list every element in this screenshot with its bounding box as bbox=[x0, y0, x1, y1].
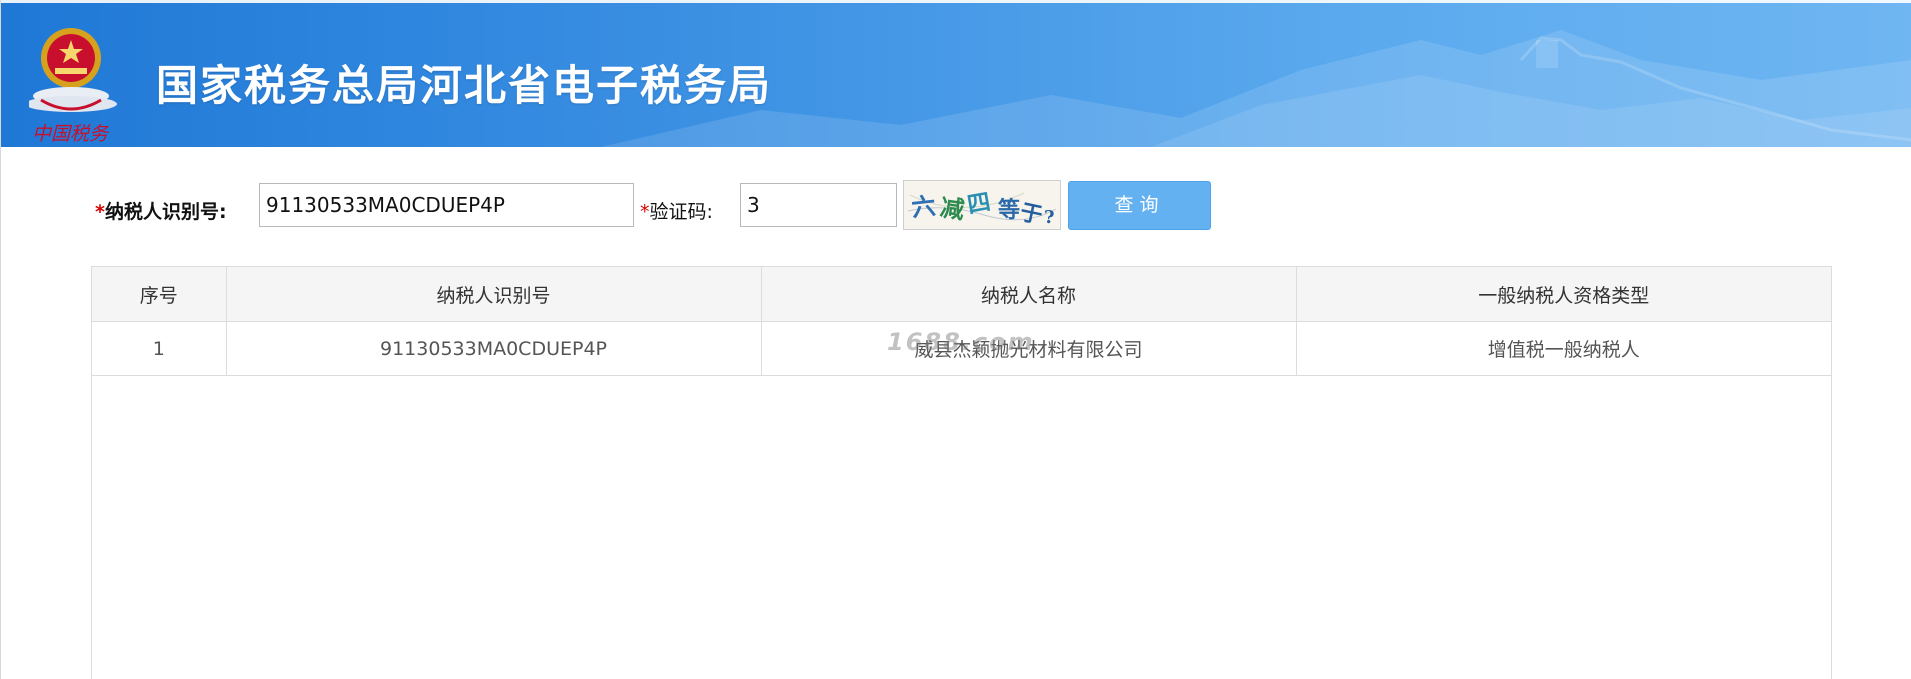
column-header-taxpayer-name: 纳税人名称 bbox=[761, 267, 1297, 322]
captcha-char: 等 bbox=[998, 197, 1020, 223]
column-header-index: 序号 bbox=[92, 267, 227, 322]
results-table: 序号 纳税人识别号 纳税人名称 一般纳税人资格类型 1 91130533MA0C… bbox=[92, 267, 1831, 376]
captcha-char: 于 bbox=[1018, 199, 1045, 229]
search-form: *纳税人识别号: *验证码: 六 减 四 等 于 ? 查询 bbox=[1, 180, 1911, 232]
required-marker: * bbox=[95, 201, 105, 223]
column-header-qualification-type: 一般纳税人资格类型 bbox=[1296, 267, 1831, 322]
taxpayer-id-input[interactable] bbox=[259, 183, 634, 227]
header-banner: 中国税务 国家税务总局河北省电子税务局 bbox=[1, 0, 1911, 147]
cell-index: 1 bbox=[92, 321, 227, 376]
table-row: 1 91130533MA0CDUEP4P 威县杰颖抛光材料有限公司 增值税一般纳… bbox=[92, 321, 1831, 376]
cell-taxpayer-id: 91130533MA0CDUEP4P bbox=[226, 321, 762, 376]
captcha-char: ? bbox=[1044, 207, 1055, 228]
site-title: 国家税务总局河北省电子税务局 bbox=[156, 61, 773, 110]
national-emblem-logo: 中国税务 bbox=[25, 22, 129, 146]
captcha-char: 六 bbox=[910, 191, 937, 222]
taxpayer-id-label: *纳税人识别号: bbox=[95, 201, 227, 223]
emblem-caption: 中国税务 bbox=[32, 123, 110, 145]
required-marker: * bbox=[640, 201, 650, 223]
page: 中国税务 国家税务总局河北省电子税务局 *纳税人识别号: *验证码: 六 减 四… bbox=[0, 0, 1911, 679]
table-header-row: 序号 纳税人识别号 纳税人名称 一般纳税人资格类型 bbox=[92, 267, 1831, 322]
query-button[interactable]: 查询 bbox=[1068, 181, 1211, 230]
results-table-container: 序号 纳税人识别号 纳税人名称 一般纳税人资格类型 1 91130533MA0C… bbox=[91, 266, 1832, 679]
captcha-label: *验证码: bbox=[640, 201, 713, 223]
captcha-input[interactable] bbox=[740, 183, 897, 227]
captcha-char: 减 bbox=[938, 192, 966, 224]
column-header-taxpayer-id: 纳税人识别号 bbox=[226, 267, 762, 322]
cell-taxpayer-name: 威县杰颖抛光材料有限公司 bbox=[761, 321, 1297, 376]
cell-qualification-type: 增值税一般纳税人 bbox=[1296, 321, 1831, 376]
captcha-image[interactable]: 六 减 四 等 于 ? bbox=[903, 180, 1061, 230]
captcha-char: 四 bbox=[965, 188, 992, 219]
